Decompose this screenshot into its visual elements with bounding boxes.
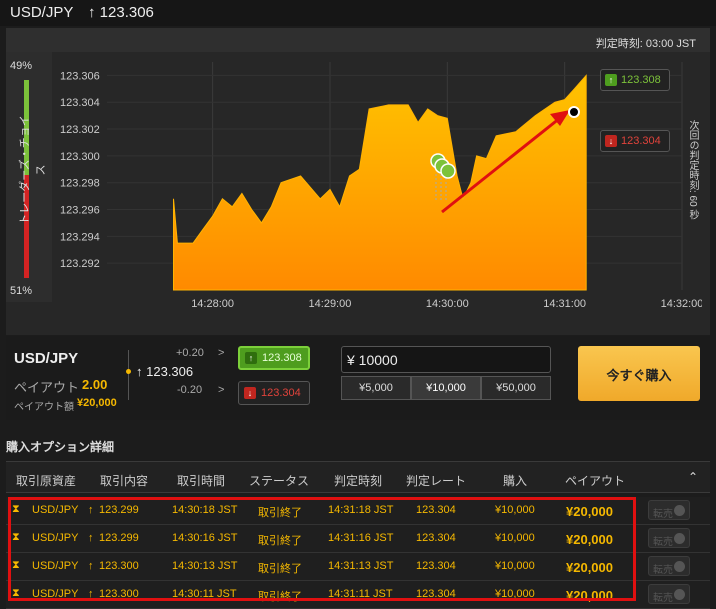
high-price: 123.308	[262, 352, 302, 364]
y-tick-label: 123.292	[60, 258, 100, 270]
x-tick-label: 14:28:00	[191, 298, 234, 310]
amount-50000-button[interactable]: ¥50,000	[481, 376, 551, 400]
gauge-label: トレーダーズ・チョイス	[19, 115, 47, 225]
pair-title: USD/JPY	[10, 4, 74, 21]
up-arrow-icon: ↑	[245, 352, 257, 364]
chevron-right-icon	[674, 505, 685, 516]
trade-current-price: ↑ 123.306	[136, 364, 193, 379]
x-tick-label: 14:30:00	[426, 298, 469, 310]
resell-button[interactable]: 転売	[648, 500, 690, 520]
resell-label: 転売	[653, 593, 673, 604]
trade-current-value: 123.306	[146, 364, 194, 379]
y-tick-label: 123.300	[60, 151, 100, 163]
current-price-dot	[568, 106, 580, 118]
trade-pair: USD/JPY	[14, 350, 79, 367]
buy-now-button[interactable]: 今すぐ購入	[578, 346, 700, 401]
chevron-right-icon: >	[218, 347, 225, 359]
down-arrow-icon: ↓	[244, 387, 256, 399]
y-tick-label: 123.298	[60, 178, 100, 190]
low-price: 123.304	[261, 387, 301, 399]
y-tick-label: 123.304	[60, 97, 100, 109]
trade-marker-icon	[440, 163, 456, 179]
resell-label: 転売	[653, 509, 673, 520]
x-axis-labels: 14:28:00 14:29:00 14:30:00 14:31:00 14:32:00	[191, 298, 702, 310]
header-payout: ペイアウト	[565, 474, 626, 488]
collapse-icon[interactable]: ⌃	[688, 470, 698, 484]
resell-button[interactable]: 転売	[648, 528, 690, 548]
chevron-right-icon	[674, 561, 685, 572]
gauge-up-percent: 49%	[10, 60, 33, 72]
y-tick-label: 123.302	[60, 124, 100, 136]
header-content: 取引内容	[100, 474, 149, 488]
gauge-down-percent: 51%	[10, 285, 33, 297]
minus-offset: -0.20	[177, 384, 203, 396]
x-tick-label: 14:32:00	[661, 298, 702, 310]
traders-choice-gauge: 49% トレーダーズ・チョイス 51%	[6, 52, 52, 302]
resell-button[interactable]: 転売	[648, 556, 690, 576]
x-tick-label: 14:29:00	[309, 298, 352, 310]
y-axis-labels: 123.306 123.304 123.302 123.300 123.298 123.2…	[60, 70, 100, 270]
price-dot-icon	[126, 369, 131, 374]
next-judgement-label: 次回の判定時刻: 60 秒	[687, 120, 698, 220]
plus-offset: +0.20	[176, 347, 204, 359]
resell-label: 転売	[653, 565, 673, 576]
header-time: 取引時間	[177, 474, 226, 488]
chart-high-button[interactable]: ↑ 123.308	[600, 69, 670, 91]
payout-label: ペイアウト	[14, 380, 80, 395]
amount-input[interactable]: ¥ 10000	[341, 346, 551, 373]
payout-value: 2.00	[82, 377, 108, 392]
amount-10000-button[interactable]: ¥10,000	[411, 376, 481, 400]
up-arrow-icon: ↑	[88, 4, 96, 21]
chevron-right-icon: >	[218, 384, 225, 396]
payout-amount-label: ペイアウト額	[14, 402, 74, 413]
chevron-right-icon	[674, 589, 685, 600]
header-asset: 取引原資産	[16, 474, 77, 488]
chart-high-price: 123.308	[621, 74, 661, 86]
header-status: ステータス	[249, 474, 310, 488]
y-tick-label: 123.296	[60, 205, 100, 217]
up-arrow-icon: ↑	[605, 74, 617, 86]
up-arrow-icon: ↑	[136, 364, 143, 379]
header-judge-rate: 判定レート	[406, 474, 467, 488]
low-button[interactable]: ↓ 123.304	[238, 381, 310, 405]
resell-label: 転売	[653, 537, 673, 548]
y-tick-label: 123.306	[60, 70, 100, 82]
y-tick-label: 123.294	[60, 231, 100, 243]
chevron-right-icon	[674, 533, 685, 544]
chart-low-button[interactable]: ↓ 123.304	[600, 130, 670, 152]
resell-button[interactable]: 転売	[648, 584, 690, 604]
high-button[interactable]: ↑ 123.308	[238, 346, 310, 370]
price-chart: 123.306 123.304 123.302 123.300 123.298 123.2…	[60, 62, 702, 310]
header-buy: 購入	[503, 474, 528, 488]
amount-5000-button[interactable]: ¥5,000	[341, 376, 411, 400]
chart-low-price: 123.304	[621, 135, 661, 147]
header-judge-time: 判定時刻	[334, 474, 383, 488]
highlight-box	[8, 497, 636, 601]
price-value: 123.306	[99, 4, 154, 21]
deadline-time: 判定時刻: 03:00 JST	[595, 38, 696, 50]
down-arrow-icon: ↓	[605, 135, 617, 147]
details-title: 購入オプション詳細	[6, 440, 115, 454]
x-tick-label: 14:31:00	[543, 298, 586, 310]
payout-amount: ¥20,000	[77, 397, 117, 409]
deadline-bar: 判定時刻: 03:00 JST	[6, 28, 710, 52]
current-price: ↑ 123.306	[88, 4, 154, 21]
